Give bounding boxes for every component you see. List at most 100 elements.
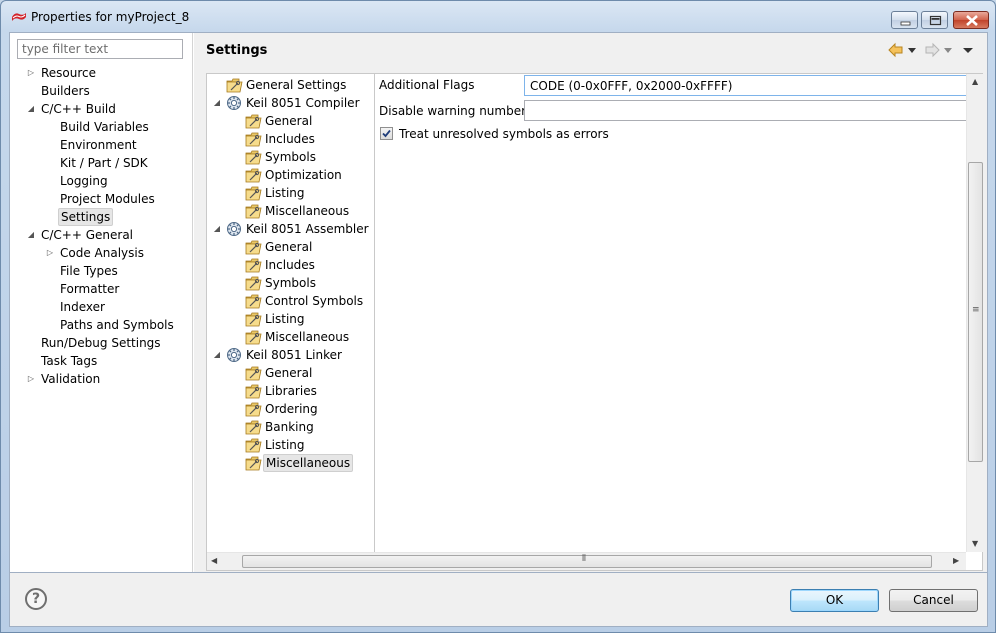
folder-wrench-icon: [245, 185, 262, 201]
tool-gear-icon: [226, 347, 243, 363]
tree-item-label: Formatter: [60, 282, 120, 296]
settings-tree-item-optimization[interactable]: Optimization: [207, 166, 375, 184]
settings-tree-item-general[interactable]: General: [207, 238, 375, 256]
expanded-triangle-icon[interactable]: ◢: [26, 226, 36, 244]
cancel-button[interactable]: Cancel: [889, 589, 978, 612]
vertical-scrollbar[interactable]: ▲ ≡ ▼: [966, 74, 983, 552]
settings-tree-item-label: Listing: [265, 438, 305, 452]
maximize-button[interactable]: [921, 11, 948, 29]
settings-tree-item-general-settings[interactable]: General Settings: [207, 76, 375, 94]
expanded-triangle-icon[interactable]: ◢: [212, 220, 222, 238]
scroll-up-arrow-icon[interactable]: ▲: [972, 77, 978, 86]
tree-item-label: Build Variables: [60, 120, 149, 134]
additional-flags-input[interactable]: [524, 75, 967, 96]
disable-warning-numbers-label: Disable warning numbers:: [379, 104, 537, 118]
folder-wrench-icon: [245, 239, 262, 255]
tool-settings-frame: General Settings ◢ Keil 8051 Compiler Gener…: [206, 73, 983, 571]
tree-item-label: Task Tags: [41, 354, 98, 368]
settings-tree-item-miscellaneous[interactable]: Miscellaneous: [207, 202, 375, 220]
settings-tree-item-control-symbols[interactable]: Control Symbols: [207, 292, 375, 310]
scroll-left-arrow-icon[interactable]: ◀: [211, 556, 217, 565]
tree-item-logging[interactable]: Logging: [10, 172, 193, 190]
settings-tree-item-libraries[interactable]: Libraries: [207, 382, 375, 400]
tree-item-code-analysis[interactable]: ▷ Code Analysis: [10, 244, 193, 262]
tree-item-build-variables[interactable]: Build Variables: [10, 118, 193, 136]
tree-item-validation[interactable]: ▷ Validation: [10, 370, 193, 388]
tree-item-label: Resource: [41, 66, 97, 80]
tree-item-kit-part-sdk[interactable]: Kit / Part / SDK: [10, 154, 193, 172]
settings-tree-item-label: Listing: [265, 186, 305, 200]
expanded-triangle-icon[interactable]: ◢: [212, 346, 222, 364]
filter-input[interactable]: [17, 39, 183, 59]
tree-item-environment[interactable]: Environment: [10, 136, 193, 154]
settings-tree-item-includes[interactable]: Includes: [207, 130, 375, 148]
tree-item-builders[interactable]: Builders: [10, 82, 193, 100]
tree-item-paths-and-symbols[interactable]: Paths and Symbols: [10, 316, 193, 334]
settings-tree-item-listing[interactable]: Listing: [207, 436, 375, 454]
treat-unresolved-checkbox[interactable]: [380, 127, 393, 140]
app-icon: [11, 11, 27, 23]
settings-tree-item-label: Keil 8051 Compiler: [246, 96, 360, 110]
tree-item-label: File Types: [60, 264, 118, 278]
tree-item-run-debug-settings[interactable]: Run/Debug Settings: [10, 334, 193, 352]
view-menu-chevron-down-icon[interactable]: [961, 42, 979, 58]
settings-tree-item-miscellaneous[interactable]: Miscellaneous: [207, 454, 375, 472]
settings-tree-item-listing[interactable]: Listing: [207, 310, 375, 328]
settings-tree-item-banking[interactable]: Banking: [207, 418, 375, 436]
disable-warning-numbers-input[interactable]: [524, 100, 967, 121]
settings-tree-item-general[interactable]: General: [207, 112, 375, 130]
tree-item-settings[interactable]: Settings: [10, 208, 193, 226]
back-menu-chevron-down-icon[interactable]: [907, 42, 917, 58]
settings-tree-item-keil-8051-assembler[interactable]: ◢ Keil 8051 Assembler: [207, 220, 375, 238]
settings-tree-item-keil-8051-linker[interactable]: ◢ Keil 8051 Linker: [207, 346, 375, 364]
tree-item-task-tags[interactable]: Task Tags: [10, 352, 193, 370]
tree-item-resource[interactable]: ▷ Resource: [10, 64, 193, 82]
horizontal-scrollbar[interactable]: ◀ ⦀ ▶: [207, 552, 966, 570]
settings-tree-item-general[interactable]: General: [207, 364, 375, 382]
folder-wrench-icon: [245, 131, 262, 147]
help-icon[interactable]: ?: [25, 588, 47, 610]
close-button[interactable]: [953, 11, 989, 29]
minimize-button[interactable]: [891, 11, 918, 29]
horizontal-scroll-thumb[interactable]: ⦀: [242, 554, 932, 568]
tree-item-project-modules[interactable]: Project Modules: [10, 190, 193, 208]
settings-tree-item-label: Listing: [265, 312, 305, 326]
tree-item-indexer[interactable]: Indexer: [10, 298, 193, 316]
settings-tree-item-miscellaneous[interactable]: Miscellaneous: [207, 328, 375, 346]
forward-arrow-icon: [923, 42, 941, 58]
expanded-triangle-icon[interactable]: ◢: [26, 100, 36, 118]
tree-item-file-types[interactable]: File Types: [10, 262, 193, 280]
settings-tree-item-label: Keil 8051 Linker: [246, 348, 342, 362]
scroll-right-arrow-icon[interactable]: ▶: [953, 556, 959, 565]
title-bar[interactable]: Properties for myProject_8: [1, 1, 995, 31]
collapsed-triangle-icon[interactable]: ▷: [45, 244, 55, 262]
collapsed-triangle-icon[interactable]: ▷: [26, 64, 36, 82]
vertical-scroll-thumb[interactable]: ≡: [968, 162, 983, 462]
folder-wrench-icon: [245, 311, 262, 327]
window-title: Properties for myProject_8: [31, 10, 190, 24]
settings-tree-item-label: Libraries: [265, 384, 317, 398]
ok-button[interactable]: OK: [790, 589, 879, 612]
settings-tree-item-symbols[interactable]: Symbols: [207, 274, 375, 292]
scroll-down-arrow-icon[interactable]: ▼: [972, 539, 978, 548]
folder-wrench-icon: [245, 383, 262, 399]
expanded-triangle-icon[interactable]: ◢: [212, 94, 222, 112]
collapsed-triangle-icon[interactable]: ▷: [26, 370, 36, 388]
tree-item-c-c-build[interactable]: ◢ C/C++ Build: [10, 100, 193, 118]
page-nav-toolbar: [887, 42, 979, 58]
settings-tree-item-ordering[interactable]: Ordering: [207, 400, 375, 418]
settings-tree-item-keil-8051-compiler[interactable]: ◢ Keil 8051 Compiler: [207, 94, 375, 112]
settings-tree-item-label: Banking: [265, 420, 314, 434]
settings-tree-item-includes[interactable]: Includes: [207, 256, 375, 274]
tree-item-c-c-general[interactable]: ◢ C/C++ General: [10, 226, 193, 244]
tree-item-formatter[interactable]: Formatter: [10, 280, 193, 298]
tree-item-label: C/C++ Build: [41, 102, 116, 116]
settings-tree-item-label: General: [265, 366, 313, 380]
tool-settings-tree: General Settings ◢ Keil 8051 Compiler Gener…: [207, 74, 375, 552]
folder-wrench-icon: [245, 419, 262, 435]
settings-tree-item-symbols[interactable]: Symbols: [207, 148, 375, 166]
back-arrow-icon[interactable]: [887, 42, 905, 58]
settings-tree-item-listing[interactable]: Listing: [207, 184, 375, 202]
settings-tree-item-label: Miscellaneous: [263, 454, 354, 472]
settings-tree-item-label: Includes: [265, 132, 315, 146]
